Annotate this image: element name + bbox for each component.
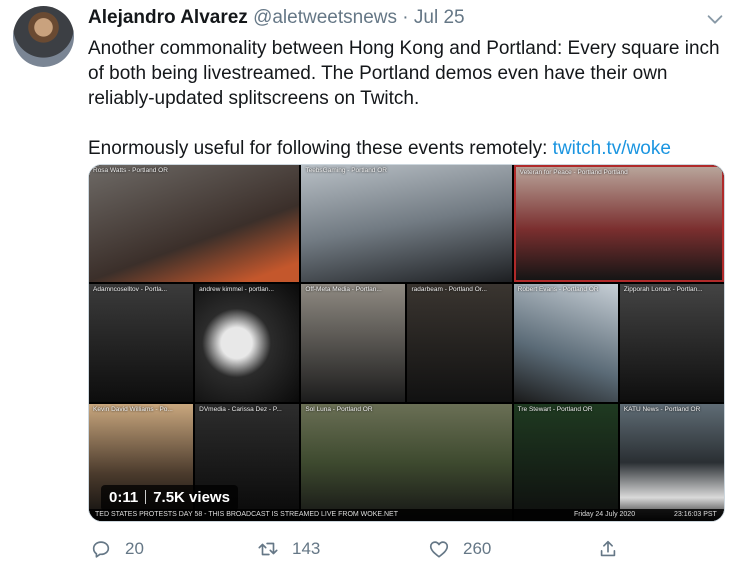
stream-tile: TeebsGaming - Portland OR	[301, 165, 512, 283]
retweet-button[interactable]: 143	[257, 536, 320, 562]
stream-label: KATU News - Portland OR	[623, 405, 701, 413]
stream-tile: radarbeam - Portland Or...	[407, 284, 512, 402]
stream-tile: Veteran for Peace - Portland Portland	[513, 165, 724, 283]
tweet-actions: 20 143 260	[0, 536, 747, 562]
video-time: 0:11	[109, 489, 139, 506]
tweet-header: Alejandro Alvarez @aletweetsnews · Jul 2…	[88, 7, 465, 29]
ticker-date: Friday 24 July 2020	[574, 511, 636, 518]
reply-count: 20	[125, 539, 144, 558]
like-count: 260	[463, 539, 492, 558]
stream-tile: Adamncoselltov - Portla...	[89, 284, 194, 402]
like-button[interactable]: 260	[428, 536, 491, 562]
stream-label: radarbeam - Portland Or...	[411, 286, 487, 294]
stream-label: Robert Evans - Portland OR	[517, 286, 599, 294]
stream-tile: Off-Meta Media - Portlan...	[301, 284, 406, 402]
stream-tile: Zipporah Lomax - Portlan...	[619, 284, 724, 402]
ticker-time: 23:16:03 PST	[674, 511, 717, 518]
share-button[interactable]	[597, 536, 632, 562]
retweet-count: 143	[292, 539, 321, 558]
avatar[interactable]	[13, 6, 74, 67]
stream-tile: andrew kimmel - portlan...	[195, 284, 300, 402]
tweet-date[interactable]: Jul 25	[414, 7, 465, 28]
like-icon	[429, 541, 449, 558]
chevron-down-icon[interactable]	[704, 8, 726, 30]
stream-label: Kevin David Williams - Po...	[93, 405, 173, 413]
stream-label: Tre Stewart - Portland OR	[517, 405, 593, 413]
stream-tile: Rosa Watts - Portland OR	[89, 165, 300, 283]
stream-grid: Rosa Watts - Portland OR TeebsGaming - P…	[89, 165, 724, 521]
stream-label: andrew kimmel - portlan...	[199, 286, 274, 294]
stream-tile: Robert Evans - Portland OR	[513, 284, 618, 402]
stream-label: Adamncoselltov - Portla...	[93, 286, 168, 294]
reply-button[interactable]: 20	[90, 536, 144, 562]
stream-label: Off-Meta Media - Portlan...	[305, 286, 382, 294]
author-name[interactable]: Alejandro Alvarez	[88, 7, 248, 28]
stream-label: Rosa Watts - Portland OR	[93, 167, 168, 174]
header-separator: ·	[402, 7, 409, 28]
stream-tile: Tre Stewart - Portland OR	[513, 403, 618, 521]
badge-divider	[145, 490, 147, 504]
stream-label: Zipporah Lomax - Portlan...	[623, 286, 703, 294]
stream-label: TeebsGaming - Portland OR	[305, 167, 387, 174]
stream-tile: KATU News - Portland OR	[619, 403, 724, 521]
tweet-text: Another commonality between Hong Kong an…	[88, 36, 728, 161]
tweet: Alejandro Alvarez @aletweetsnews · Jul 2…	[0, 0, 747, 571]
stream-label: Veteran for Peace - Portland Portland	[519, 169, 628, 176]
tweet-paragraph-2-text: Enormously useful for following these ev…	[88, 138, 553, 159]
tweet-paragraph-1: Another commonality between Hong Kong an…	[88, 38, 720, 109]
stream-label: Sol Luna - Portland OR	[305, 405, 373, 413]
video-stats-badge: 0:11 7.5K views	[101, 485, 238, 511]
video-player[interactable]: Rosa Watts - Portland OR TeebsGaming - P…	[88, 164, 725, 522]
retweet-icon	[258, 542, 278, 556]
reply-icon	[92, 541, 110, 558]
video-views: 7.5K views	[153, 489, 230, 506]
author-handle[interactable]: @aletweetsnews	[253, 7, 397, 28]
tweet-paragraph-2: Enormously useful for following these ev…	[88, 136, 728, 161]
stream-tile: Sol Luna - Portland OR	[301, 403, 512, 521]
twitch-link[interactable]: twitch.tv/woke	[553, 138, 671, 159]
share-icon	[600, 540, 616, 557]
stream-label: DVmedia - Carissa Dez - P...	[199, 405, 282, 413]
